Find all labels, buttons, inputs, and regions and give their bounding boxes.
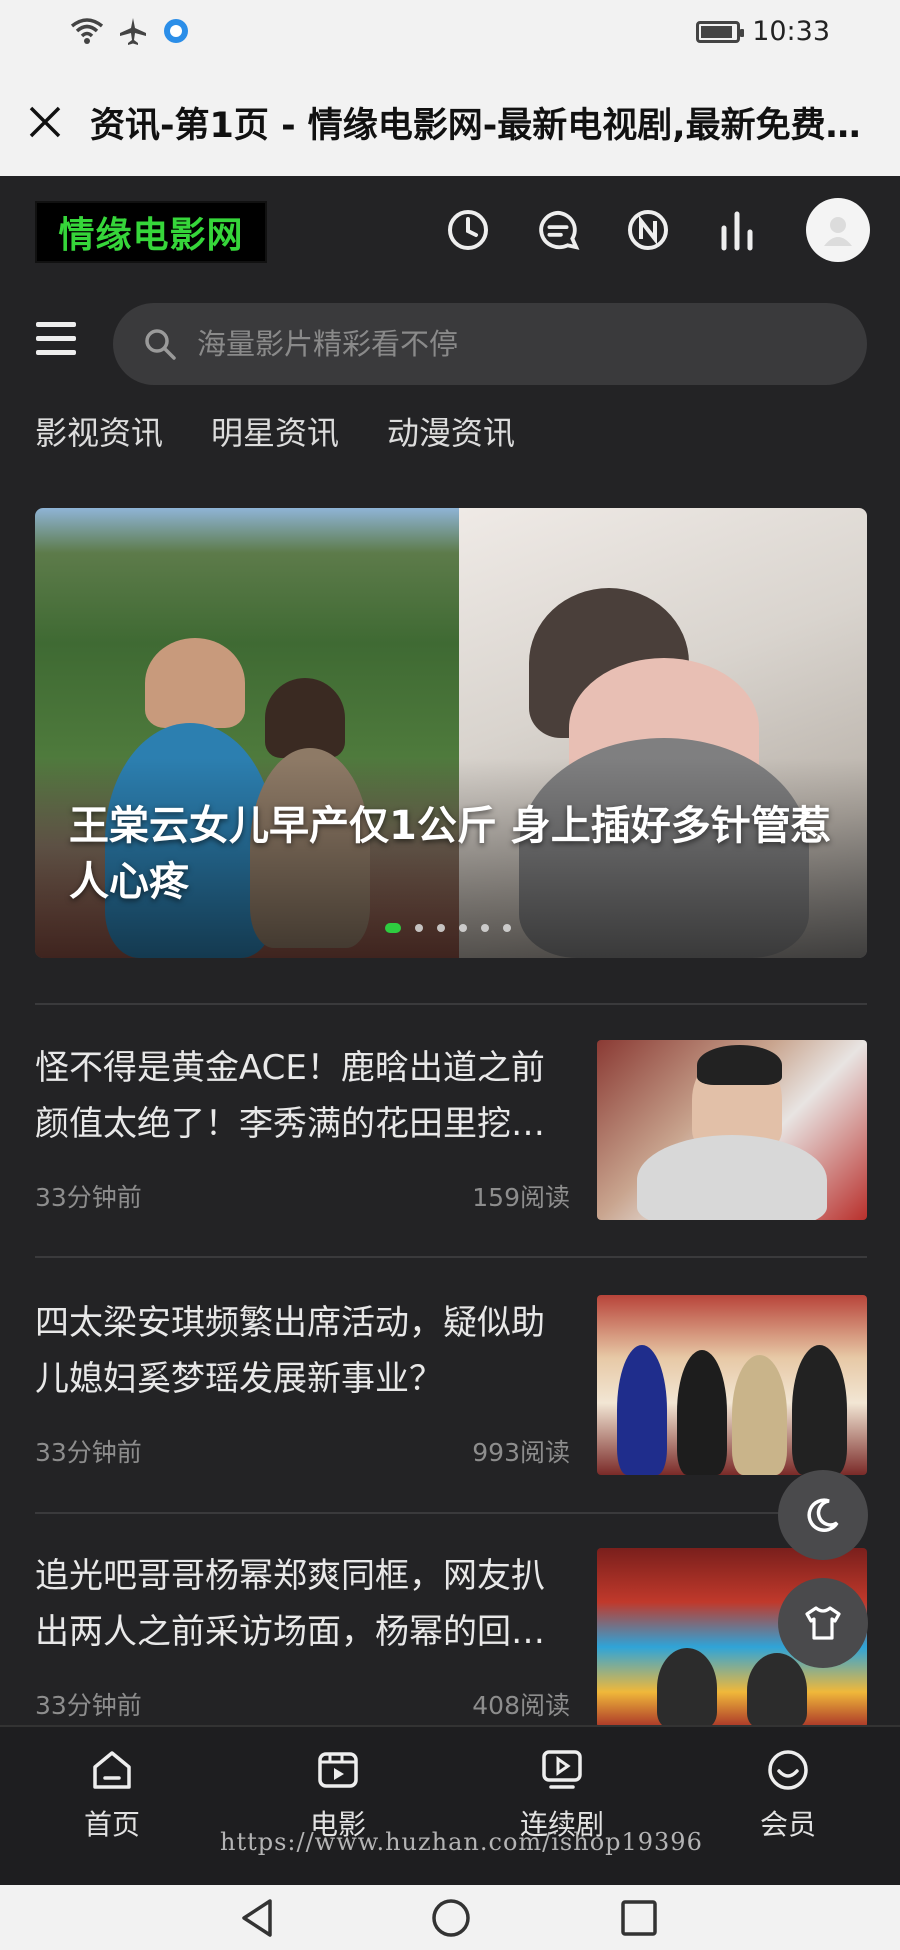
night-mode-button[interactable] — [778, 1470, 868, 1560]
menu-line — [36, 350, 76, 355]
notification-app-icon — [164, 19, 188, 43]
divider — [35, 1256, 867, 1258]
status-icons — [70, 16, 190, 46]
nav-member[interactable]: 会员 — [698, 1747, 878, 1843]
news-time: 33分钟前 — [35, 1438, 142, 1467]
battery-icon — [696, 20, 745, 43]
carousel-indicators — [385, 923, 511, 933]
tab-celebrity-news[interactable]: 明星资讯 — [211, 408, 339, 454]
search-row — [0, 300, 900, 386]
wifi-icon — [70, 18, 104, 44]
divider — [35, 1512, 867, 1514]
header-icons — [446, 198, 870, 262]
menu-line — [36, 336, 76, 341]
news-time: 33分钟前 — [35, 1691, 142, 1720]
tshirt-icon — [805, 1606, 841, 1640]
carousel-dot[interactable] — [503, 924, 511, 932]
ranking-icon[interactable] — [716, 208, 760, 252]
news-item[interactable]: 怪不得是黄金ACE！鹿晗出道之前颜值太绝了！李秀满的花田里挖到宝了 33分钟前 … — [35, 1040, 867, 1220]
tv-series-icon — [542, 1750, 582, 1789]
news-read-count: 159阅读 — [472, 1183, 570, 1212]
banner-caption: 王棠云女儿早产仅1公斤 身上插好多针管惹人心疼 — [69, 803, 831, 905]
history-icon[interactable] — [446, 208, 490, 252]
category-tabs: 影视资讯 明星资讯 动漫资讯 — [35, 408, 515, 454]
recent-apps-icon[interactable] — [620, 1899, 658, 1937]
battery-fill — [701, 25, 732, 38]
news-time: 33分钟前 — [35, 1183, 142, 1212]
news-title[interactable]: 追光吧哥哥杨幂郑爽同框，网友扒出两人之前采访场面，杨幂的回答亮了 — [35, 1548, 575, 1660]
message-icon[interactable] — [536, 208, 580, 252]
system-nav-bar — [0, 1885, 900, 1950]
movie-icon — [318, 1752, 358, 1788]
carousel-dot[interactable] — [437, 924, 445, 932]
bottom-nav: 首页 电影 连续剧 会员 — [0, 1725, 900, 1885]
site-logo[interactable]: 情缘电影网 — [35, 201, 267, 263]
tab-anime-news[interactable]: 动漫资讯 — [387, 408, 515, 454]
news-icon[interactable] — [626, 208, 670, 252]
carousel-dot[interactable] — [385, 923, 401, 933]
nav-home[interactable]: 首页 — [22, 1747, 202, 1843]
news-thumbnail[interactable] — [597, 1295, 867, 1475]
browser-title-bar: 资讯-第1页 - 情缘电影网-最新电视剧,最新免费电影在线观看 — [0, 68, 900, 176]
watermark: https://www.huzhan.com/ishop19396 — [220, 1828, 703, 1856]
menu-line — [36, 322, 76, 327]
status-bar: 10:33 — [0, 0, 900, 68]
home-circle-icon[interactable] — [430, 1897, 472, 1939]
page-title: 资讯-第1页 - 情缘电影网-最新电视剧,最新免费电影在线观看 — [90, 105, 890, 146]
news-title[interactable]: 怪不得是黄金ACE！鹿晗出道之前颜值太绝了！李秀满的花田里挖到宝了 — [35, 1040, 575, 1152]
avatar-icon[interactable] — [806, 198, 870, 262]
moon-icon — [807, 1498, 839, 1532]
close-button[interactable] — [0, 68, 90, 176]
carousel-dot[interactable] — [415, 924, 423, 932]
home-icon — [93, 1751, 131, 1789]
news-title[interactable]: 四太梁安琪频繁出席活动，疑似助儿媳妇奚梦瑶发展新事业？ — [35, 1295, 575, 1407]
banner-carousel[interactable]: 王棠云女儿早产仅1公斤 身上插好多针管惹人心疼 — [35, 508, 867, 958]
status-time: 10:33 — [752, 16, 830, 47]
news-read-count: 993阅读 — [472, 1438, 570, 1467]
news-item[interactable]: 四太梁安琪频繁出席活动，疑似助儿媳妇奚梦瑶发展新事业？ 33分钟前 993阅读 — [35, 1295, 867, 1475]
search-box[interactable] — [113, 303, 867, 385]
divider — [35, 1003, 867, 1005]
site-header: 情缘电影网 — [0, 176, 900, 296]
back-icon[interactable] — [238, 1897, 278, 1939]
close-icon — [29, 106, 61, 138]
carousel-dot[interactable] — [459, 924, 467, 932]
carousel-dot[interactable] — [481, 924, 489, 932]
nav-label: 会员 — [759, 1808, 816, 1841]
member-icon — [768, 1750, 808, 1790]
nav-label: 首页 — [83, 1808, 140, 1841]
news-thumbnail[interactable] — [597, 1040, 867, 1220]
airplane-icon — [120, 18, 146, 45]
news-item[interactable]: 追光吧哥哥杨幂郑爽同框，网友扒出两人之前采访场面，杨幂的回答亮了 33分钟前 4… — [35, 1548, 867, 1728]
theme-button[interactable] — [778, 1578, 868, 1668]
status-right: 10:33 — [696, 16, 830, 47]
tab-film-news[interactable]: 影视资讯 — [35, 408, 163, 454]
search-icon — [145, 329, 176, 360]
search-input[interactable] — [197, 327, 797, 361]
menu-button[interactable] — [36, 322, 76, 362]
news-read-count: 408阅读 — [472, 1691, 570, 1720]
